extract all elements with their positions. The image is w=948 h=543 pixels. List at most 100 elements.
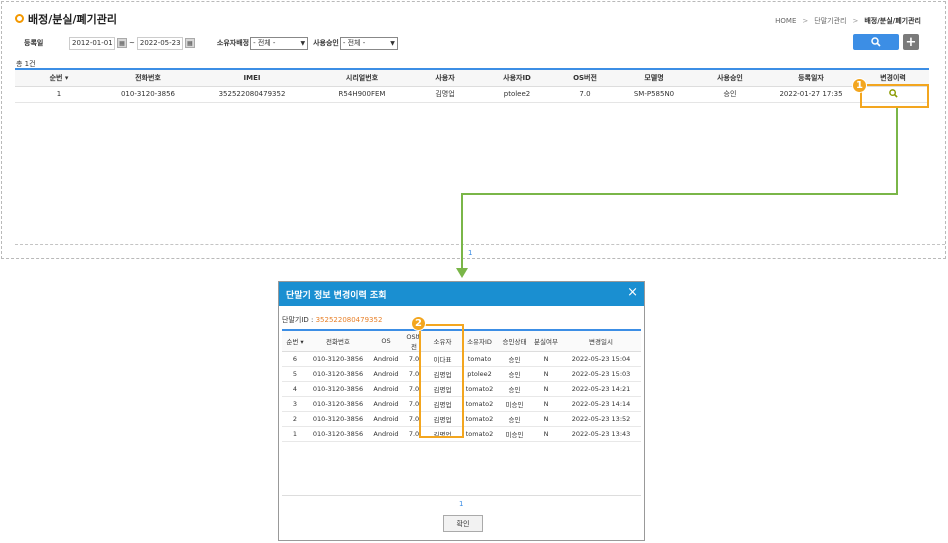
divider [15, 244, 945, 245]
step-badge-2: 2 [411, 316, 426, 331]
cell-os: Android [368, 381, 404, 397]
device-id: 단말기ID : 352522080479352 [282, 315, 382, 325]
cell-approval-status: 승인 [498, 366, 531, 382]
cell-phone: 010-3120-3856 [308, 366, 368, 382]
cell-lost: N [531, 351, 561, 367]
sort-icon: ▾ [300, 338, 304, 346]
cell-model: SM-P585N0 [613, 86, 695, 103]
col-owner-id: 소유자ID [461, 329, 498, 352]
cell-reg-date: 2022-01-27 17:35 [765, 86, 857, 103]
cell-approval-status: 미승인 [498, 396, 531, 412]
col-user-id: 사용자ID [477, 68, 557, 87]
table-row[interactable]: 1 010-3120-3856 352522080479352 R54H900F… [15, 86, 929, 103]
cell-os: Android [368, 351, 404, 367]
cell-seq: 1 [282, 426, 308, 442]
close-icon[interactable]: × [627, 286, 638, 300]
cell-changed-at: 2022-05-23 13:43 [561, 426, 641, 442]
col-os-version: OS버전 [557, 68, 613, 87]
search-button[interactable] [853, 34, 899, 50]
cell-seq: 3 [282, 396, 308, 412]
calendar-icon[interactable]: ▦ [117, 38, 127, 48]
chevron-down-icon: ▼ [300, 39, 306, 47]
date-to-input[interactable]: 2022-05-23 [136, 36, 183, 50]
col-changed-at: 변경일시 [561, 329, 641, 352]
cell-changed-at: 2022-05-23 15:04 [561, 351, 641, 367]
table-header-row: 순번 ▾ 전화번호 IMEI 시리얼번호 사용자 사용자ID OS버전 모델명 … [15, 68, 929, 87]
cell-changed-at: 2022-05-23 15:03 [561, 366, 641, 382]
breadcrumb-device-mgmt[interactable]: 단말기관리 [814, 16, 846, 26]
col-imei: IMEI [193, 68, 311, 87]
cell-owner-id: ptolee2 [461, 366, 498, 382]
cell-phone: 010-3120-3856 [308, 381, 368, 397]
cell-os: Android [368, 396, 404, 412]
owner-assign-select[interactable]: - 전체 - ▼ [250, 36, 309, 50]
cell-seq: 2 [282, 411, 308, 427]
page-title: 배정/분실/폐기관리 [28, 13, 117, 26]
chevron-down-icon: ▼ [390, 39, 395, 47]
breadcrumb: HOME > 단말기관리 > 배정/분실/폐기관리 [775, 16, 921, 26]
cell-changed-at: 2022-05-23 14:21 [561, 381, 641, 397]
confirm-button[interactable]: 확인 [443, 515, 483, 532]
pagination-page[interactable]: 1 [468, 249, 472, 257]
col-serial: 시리얼번호 [311, 68, 413, 87]
cell-imei: 352522080479352 [193, 86, 311, 103]
cell-owner-id: tomato2 [461, 411, 498, 427]
chevron-right-icon: > [852, 17, 859, 25]
use-approval-label: 사용승인 [313, 39, 339, 47]
breadcrumb-current: 배정/분실/폐기관리 [864, 17, 921, 25]
device-id-label: 단말기ID : [282, 316, 314, 324]
highlight-box-history [860, 84, 929, 108]
cell-user-id: ptolee2 [477, 86, 557, 103]
cell-owner-id: tomato2 [461, 426, 498, 442]
cell-os: Android [368, 366, 404, 382]
date-from-input[interactable]: 2012-01-01 [69, 36, 115, 50]
connector-line [896, 108, 898, 194]
pagination-page[interactable]: 1 [459, 500, 463, 508]
use-approval-select[interactable]: - 전체 - ▼ [339, 36, 398, 50]
cell-phone: 010-3120-3856 [308, 411, 368, 427]
arrow-down-icon [456, 268, 468, 278]
cell-lost: N [531, 426, 561, 442]
cell-user: 김명업 [413, 86, 477, 103]
cell-lost: N [531, 366, 561, 382]
owner-assign-value: - 전체 - [253, 39, 276, 47]
cell-os: Android [368, 411, 404, 427]
device-table: 순번 ▾ 전화번호 IMEI 시리얼번호 사용자 사용자ID OS버전 모델명 … [15, 68, 929, 103]
title-bullet-icon [15, 14, 24, 23]
cell-owner-id: tomato2 [461, 396, 498, 412]
cell-approval-status: 승인 [498, 351, 531, 367]
chevron-right-icon: > [802, 17, 809, 25]
col-user: 사용자 [413, 68, 477, 87]
cell-approval-status: 미승인 [498, 426, 531, 442]
cell-seq: 5 [282, 366, 308, 382]
use-approval-value: - 전체 - [342, 39, 366, 47]
filter-bar: 등록일 2012-01-01 ▦ ~ 2022-05-23 ▦ 소유자배정 - … [24, 35, 398, 51]
cell-phone: 010-3120-3856 [308, 426, 368, 442]
modal-header: 단말기 정보 변경이력 조회 [279, 282, 644, 306]
cell-os-version: 7.0 [557, 86, 613, 103]
cell-phone: 010-3120-3856 [308, 351, 368, 367]
col-seq[interactable]: 순번 ▾ [15, 68, 103, 87]
device-id-value: 352522080479352 [315, 316, 383, 324]
add-button[interactable]: + [903, 34, 919, 50]
cell-approval-status: 승인 [498, 381, 531, 397]
cell-changed-at: 2022-05-23 13:52 [561, 411, 641, 427]
highlight-box-owner [419, 324, 464, 438]
breadcrumb-home[interactable]: HOME [775, 17, 796, 25]
cell-serial: R54H900FEM [311, 86, 413, 103]
cell-seq: 4 [282, 381, 308, 397]
search-icon [871, 37, 881, 47]
reg-date-label: 등록일 [24, 39, 44, 47]
cell-seq: 6 [282, 351, 308, 367]
cell-os: Android [368, 426, 404, 442]
cell-approval: 승인 [695, 86, 765, 103]
cell-phone: 010-3120-3856 [103, 86, 193, 103]
cell-lost: N [531, 381, 561, 397]
calendar-icon[interactable]: ▦ [184, 38, 195, 48]
col-phone: 전화번호 [308, 329, 368, 352]
cell-lost: N [531, 396, 561, 412]
date-separator: ~ [129, 39, 135, 47]
divider [282, 495, 641, 496]
col-approval: 사용승인 [695, 68, 765, 87]
col-seq[interactable]: 순번 ▾ [282, 329, 308, 352]
